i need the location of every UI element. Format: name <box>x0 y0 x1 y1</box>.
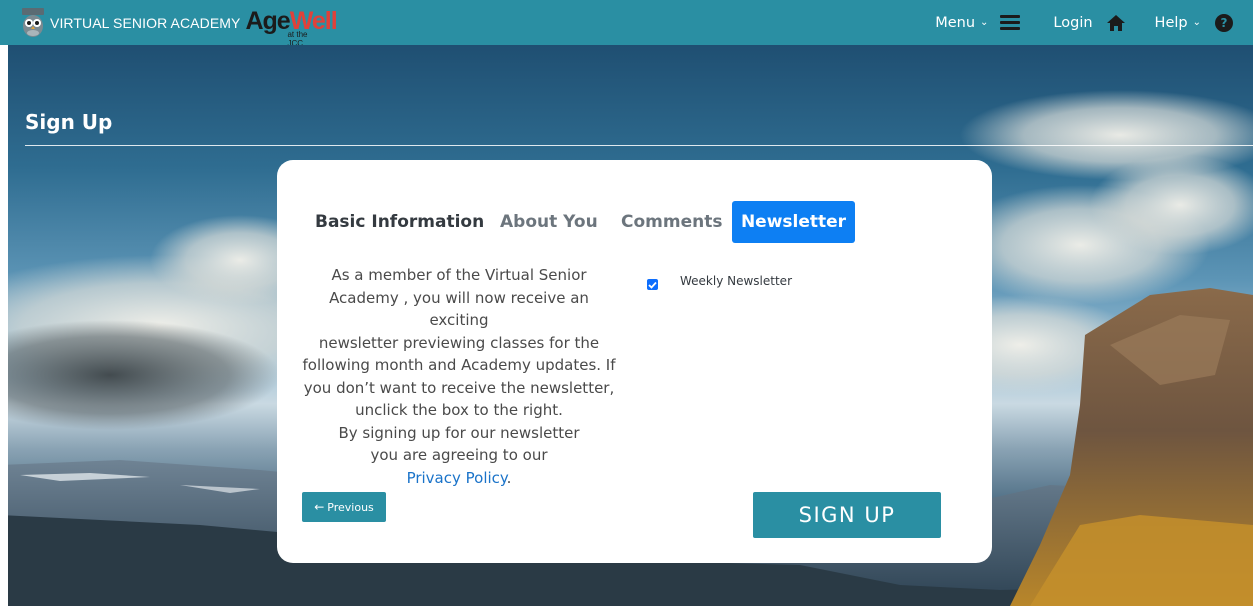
brand[interactable]: VIRTUAL SENIOR ACADEMY AgeWell at the JC… <box>0 0 338 48</box>
arrow-left-icon: ← <box>314 500 325 514</box>
top-navigation-bar: VIRTUAL SENIOR ACADEMY AgeWell at the JC… <box>0 0 1253 48</box>
description-line: By signing up for our newsletter <box>338 423 580 442</box>
previous-label: Previous <box>327 500 374 514</box>
description-line: following month and Academy updates. If <box>302 356 616 374</box>
chevron-down-icon: ⌄ <box>980 17 989 28</box>
description-line: newsletter previewing classes for the <box>318 333 600 352</box>
weekly-newsletter-label[interactable]: Weekly Newsletter <box>680 274 792 288</box>
menu-dropdown[interactable]: Menu ⌄ <box>935 0 1021 45</box>
description-line: As a member of the Virtual Senior <box>331 266 587 284</box>
description-line: you don’t want to receive the newsletter… <box>303 378 615 397</box>
newsletter-description: As a member of the Virtual Senior Academ… <box>299 264 619 489</box>
owl-logo-icon <box>22 7 44 37</box>
hamburger-icon[interactable] <box>1000 15 1021 30</box>
nav-right: Menu ⌄ Login Help ⌄ ? <box>935 0 1253 45</box>
help-label: Help <box>1154 14 1188 31</box>
left-edge <box>0 45 8 606</box>
logo-age-word: Age <box>245 7 290 35</box>
agewell-logo: AgeWell at the JCC <box>245 0 337 48</box>
page-title: Sign Up <box>25 110 113 134</box>
home-icon <box>1106 14 1125 31</box>
description-line: Academy , you will now receive an exciti… <box>329 288 589 330</box>
weekly-newsletter-checkbox[interactable] <box>647 279 658 290</box>
brand-name: VIRTUAL SENIOR ACADEMY <box>50 14 241 31</box>
help-dropdown[interactable]: Help ⌄ ? <box>1155 0 1253 45</box>
privacy-line: Privacy Policy. <box>299 467 619 490</box>
privacy-policy-link[interactable]: Privacy Policy <box>407 469 507 487</box>
login-link[interactable]: Login <box>1053 0 1125 45</box>
signup-card: Basic Information About You Comments New… <box>277 160 992 563</box>
title-divider <box>25 145 1253 146</box>
chevron-down-icon: ⌄ <box>1192 17 1201 28</box>
description-line: you are agreeing to our <box>370 446 548 464</box>
login-label: Login <box>1053 14 1093 31</box>
tab-about-you[interactable]: About You <box>500 201 598 243</box>
help-circle-icon[interactable]: ? <box>1215 13 1233 32</box>
tab-newsletter[interactable]: Newsletter <box>732 201 855 243</box>
tab-comments[interactable]: Comments <box>621 201 722 243</box>
check-icon <box>648 281 657 289</box>
weekly-newsletter-option: Weekly Newsletter <box>647 271 792 290</box>
sign-up-button[interactable]: SIGN UP <box>753 492 941 538</box>
signup-tabs: Basic Information About You Comments New… <box>277 201 992 243</box>
privacy-suffix: . <box>506 468 512 487</box>
description-line: unclick the box to the right. <box>355 401 563 419</box>
menu-label: Menu <box>935 14 976 31</box>
previous-button[interactable]: ← Previous <box>302 492 386 522</box>
tab-basic-information[interactable]: Basic Information <box>315 201 484 243</box>
